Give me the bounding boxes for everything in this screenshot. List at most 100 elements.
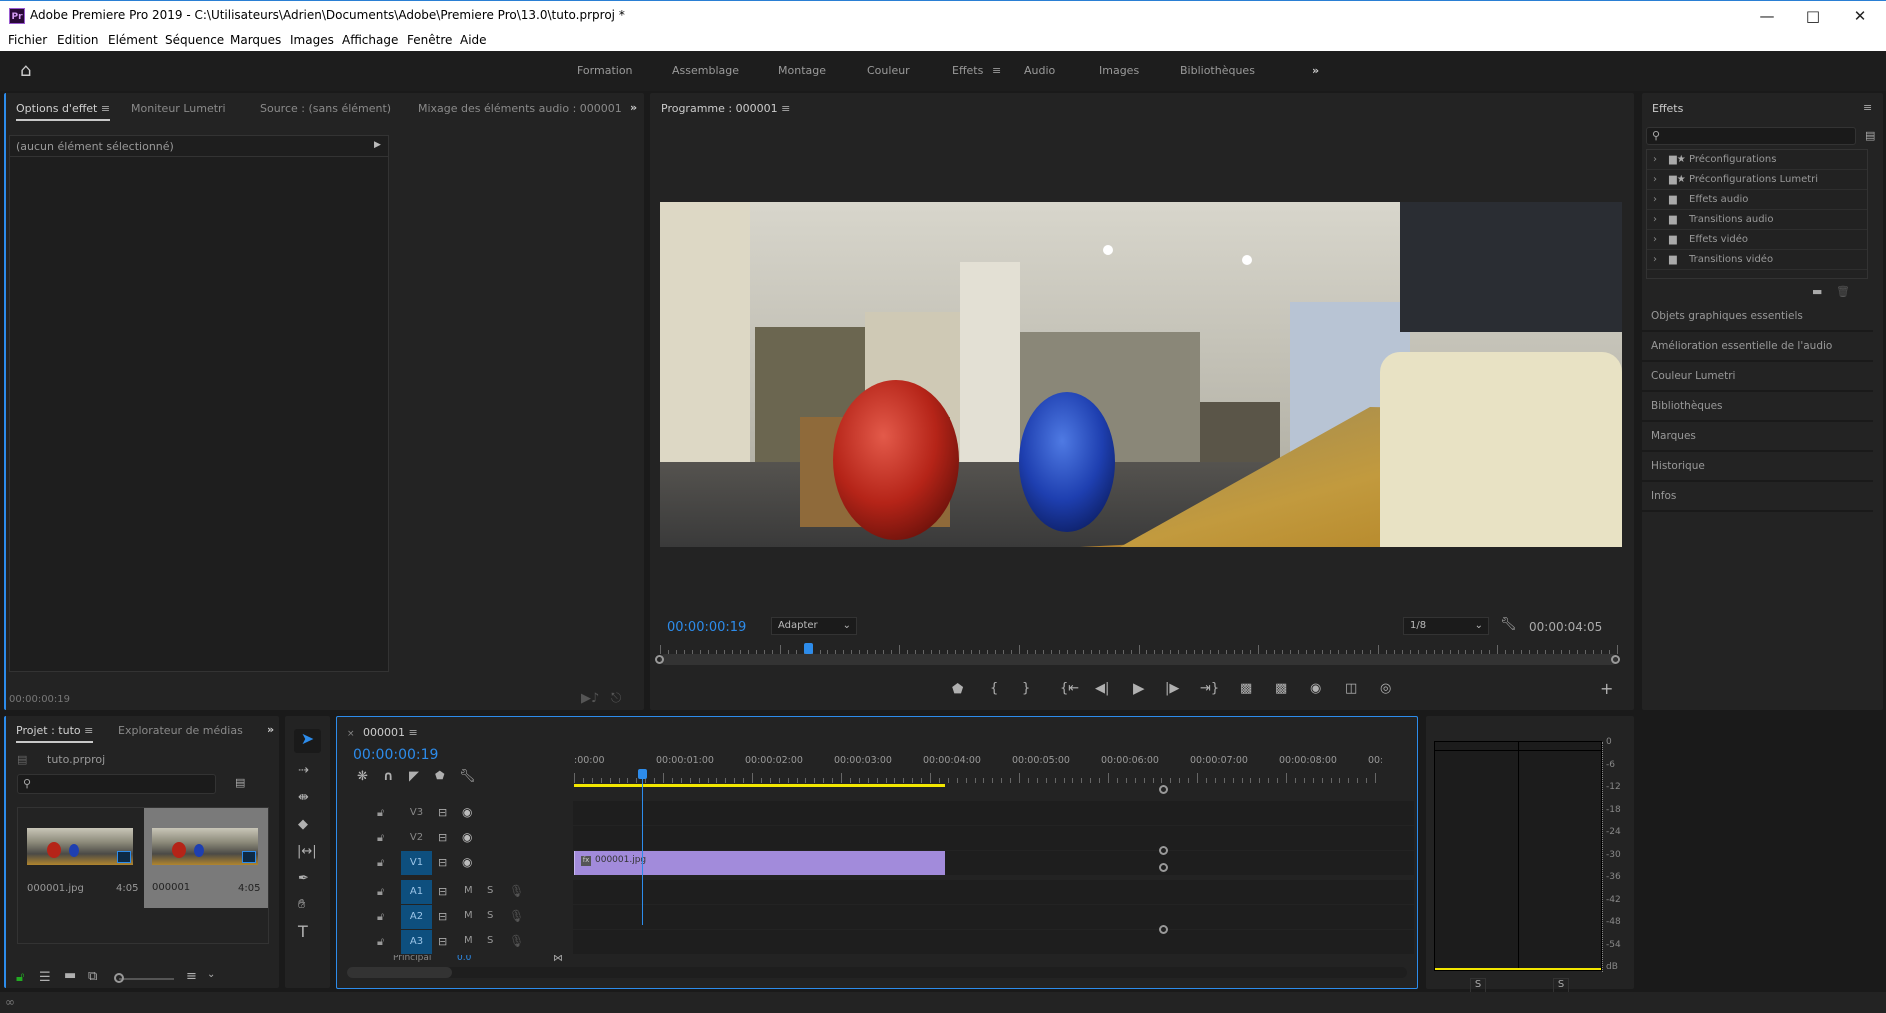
tab-audio-clip-mixer[interactable]: Mixage des éléments audio : 000001 — [418, 102, 622, 115]
program-playhead-timecode[interactable]: 00:00:00:19 — [667, 620, 746, 635]
chevron-right-icon[interactable]: › — [1653, 170, 1657, 190]
thumbnail-size-slider[interactable] — [119, 978, 174, 980]
step-forward-icon[interactable]: |▶ — [1165, 682, 1179, 695]
lock-icon[interactable]: 🔓︎ — [377, 885, 384, 899]
creative-cloud-icon[interactable]: ∞ — [5, 995, 15, 1009]
menu-fenetre[interactable]: Fenêtre — [407, 33, 452, 47]
track-select-tool-icon[interactable]: ⇢ — [298, 764, 309, 777]
timeline-playhead[interactable] — [637, 769, 647, 925]
selection-tool-icon[interactable]: ➤ — [294, 729, 321, 753]
go-to-out-icon[interactable]: ⇥} — [1200, 682, 1219, 695]
export-icon[interactable]: ⎋ — [611, 692, 621, 705]
type-tool-icon[interactable]: T — [298, 924, 308, 940]
more-panels-icon[interactable]: » — [267, 723, 274, 736]
workspace-montage[interactable]: Montage — [778, 64, 826, 77]
panel-menu-icon[interactable]: ≡ — [101, 102, 110, 115]
sync-lock-icon[interactable]: ⊟ — [438, 910, 447, 923]
menu-element[interactable]: Elément — [108, 33, 158, 47]
scroll-thumb[interactable] — [347, 967, 452, 978]
zoom-handle-right[interactable] — [1611, 655, 1620, 664]
playhead-handle[interactable] — [637, 769, 647, 779]
add-marker-icon[interactable]: ⬟ — [952, 683, 963, 696]
workspace-menu-icon[interactable]: ≡ — [992, 64, 1001, 77]
track-lane[interactable] — [573, 880, 1414, 904]
icon-view-icon[interactable]: ▬ — [64, 969, 76, 982]
collapsed-panel-0[interactable]: Objets graphiques essentiels — [1642, 302, 1873, 332]
more-panels-icon[interactable]: » — [630, 101, 637, 114]
timeline-settings-wrench-icon[interactable]: 🔧︎ — [459, 770, 476, 783]
hand-tool-icon[interactable]: ✋︎ — [298, 898, 305, 911]
menu-aide[interactable]: Aide — [460, 33, 487, 47]
lift-icon[interactable]: ▩ — [1240, 682, 1252, 695]
effects-tree-item[interactable]: › ▆★ Préconfigurations — [1647, 150, 1867, 170]
workspace-effets[interactable]: Effets — [952, 64, 983, 77]
parent-folder-icon[interactable]: ▤ — [17, 753, 27, 766]
lock-icon[interactable]: 🔓︎ — [377, 831, 384, 845]
sort-icon[interactable]: ≡ — [186, 970, 197, 983]
effects-tree-item[interactable]: › ▆ Transitions vidéo — [1647, 250, 1867, 270]
mute-button[interactable]: M — [464, 885, 473, 896]
effects-search-input[interactable]: ⚲ — [1646, 127, 1856, 145]
menu-fichier[interactable]: Fichier — [8, 33, 47, 47]
menu-edition[interactable]: Edition — [57, 33, 99, 47]
collapsed-panel-1[interactable]: Amélioration essentielle de l'audio — [1642, 332, 1873, 362]
nest-sequence-icon[interactable]: ❋ — [357, 770, 368, 783]
snap-magnet-icon[interactable]: ∩ — [383, 770, 394, 783]
master-fx-icon[interactable]: ⋈ — [553, 955, 563, 963]
wrench-icon[interactable]: 🔧︎ — [1500, 618, 1517, 631]
collapsed-panel-5[interactable]: Historique — [1642, 452, 1873, 482]
zoom-scrollbar[interactable] — [660, 654, 1617, 665]
step-back-icon[interactable]: ◀| — [1095, 682, 1109, 695]
menu-images[interactable]: Images — [290, 33, 334, 47]
program-playhead[interactable] — [804, 643, 814, 654]
mute-button[interactable]: M — [464, 935, 473, 946]
close-button[interactable]: ✕ — [1840, 5, 1880, 27]
chevron-right-icon[interactable]: › — [1653, 230, 1657, 250]
work-area-bar[interactable] — [574, 784, 946, 787]
collapsed-panel-4[interactable]: Marques — [1642, 422, 1873, 452]
sync-lock-icon[interactable]: ⊟ — [438, 856, 447, 869]
solo-button[interactable]: S — [487, 910, 493, 921]
lock-icon[interactable]: 🔓︎ — [16, 971, 24, 984]
fit-dropdown[interactable]: Adapter ⌄ — [771, 617, 857, 635]
chevron-right-icon[interactable]: › — [1653, 210, 1657, 230]
pen-tool-icon[interactable]: ✒ — [298, 872, 309, 885]
track-lane[interactable] — [573, 801, 1414, 825]
tab-project[interactable]: Projet : tuto ≡ — [16, 724, 94, 743]
sync-lock-icon[interactable]: ⊟ — [438, 831, 447, 844]
effects-tree-item[interactable]: › ▆★ Préconfigurations Lumetri — [1647, 170, 1867, 190]
chevron-right-icon[interactable]: › — [1653, 250, 1657, 270]
close-sequence-icon[interactable]: × — [347, 729, 355, 739]
track-target-v3[interactable]: V3 — [401, 801, 432, 825]
lock-icon[interactable]: 🔓︎ — [377, 806, 384, 820]
vr-video-icon[interactable]: ◎ — [1380, 682, 1391, 695]
track-lane[interactable] — [573, 826, 1414, 850]
chevron-right-icon[interactable]: › — [1653, 190, 1657, 210]
eye-icon[interactable]: ◉ — [462, 805, 472, 819]
slider-handle[interactable] — [114, 973, 124, 983]
workspace-couleur[interactable]: Couleur — [867, 64, 910, 77]
more-workspaces-icon[interactable]: » — [1312, 64, 1319, 77]
maximize-button[interactable]: □ — [1793, 5, 1833, 27]
workspace-audio[interactable]: Audio — [1024, 64, 1055, 77]
menu-sequence[interactable]: Séquence — [165, 33, 224, 47]
expand-arrow-icon[interactable]: ▶ — [374, 140, 381, 150]
project-search-input[interactable]: ⚲ — [17, 774, 216, 794]
panel-menu-icon[interactable]: ≡ — [84, 724, 93, 737]
track-target-a3[interactable]: A3 — [401, 930, 432, 954]
vertical-scrollbars[interactable] — [1159, 779, 1169, 987]
sequence-tab[interactable]: 000001 ≡ — [363, 726, 418, 739]
solo-button[interactable]: S — [487, 885, 493, 896]
button-editor-plus-icon[interactable]: + — [1600, 681, 1613, 697]
trash-icon[interactable]: 🗑︎ — [1836, 285, 1850, 298]
collapsed-panel-3[interactable]: Bibliothèques — [1642, 392, 1873, 422]
eye-icon[interactable]: ◉ — [462, 855, 472, 869]
new-bin-list-icon[interactable]: ▤ — [1865, 129, 1875, 142]
mark-out-icon[interactable]: } — [1022, 682, 1030, 695]
freeform-view-icon[interactable]: ⧉ — [88, 970, 97, 983]
project-item-image[interactable]: 000001.jpg 4:05 — [18, 808, 144, 908]
workspace-bibliotheques[interactable]: Bibliothèques — [1180, 64, 1255, 77]
microphone-icon[interactable]: 🎙︎ — [509, 884, 524, 898]
ripple-edit-tool-icon[interactable]: ⇼ — [298, 791, 309, 804]
lock-icon[interactable]: 🔓︎ — [377, 935, 384, 949]
